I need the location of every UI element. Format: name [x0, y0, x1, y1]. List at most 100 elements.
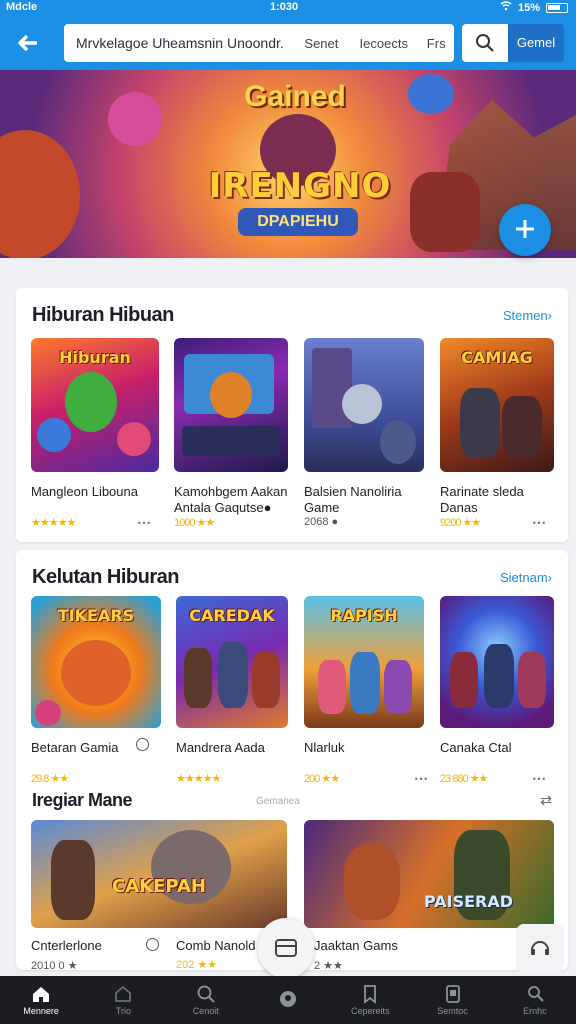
bottom-navigation: Mennere Trio Cenoit Cepereits Semtoc Ern…: [0, 976, 576, 1024]
search-button[interactable]: [462, 24, 508, 62]
submit-button[interactable]: Gemel: [508, 24, 564, 62]
back-button[interactable]: [8, 24, 48, 62]
filter-tab-2[interactable]: Iecoects: [349, 36, 418, 51]
nav-label: Cenoit: [192, 1006, 219, 1016]
game-tile[interactable]: Canaka Ctal 23 880 ★★ ⋯: [440, 596, 554, 788]
more-options-icon[interactable]: ⋯: [532, 514, 546, 531]
thumbnail-title: TIKEARS: [57, 606, 135, 625]
game-thumbnail: [304, 338, 424, 472]
game-tile[interactable]: RAPISH Nlarluk 200 ★★ ⋯: [304, 596, 428, 788]
game-tile[interactable]: Balsien Nanoliria Game 2068 ●: [304, 338, 424, 532]
arrow-left-icon: [18, 34, 37, 52]
search-icon: [476, 34, 494, 52]
game-thumbnail: Hiburan: [31, 338, 159, 472]
plus-icon: [516, 220, 534, 238]
clock: 1:030: [270, 1, 299, 13]
game-name: Rarinate sleda Danas: [440, 484, 524, 515]
rating: 2068 ●: [304, 516, 339, 528]
top-app-bar: Mrvkelagoe Uheamsnin Unoondr. Senet Ieco…: [0, 16, 576, 70]
status-icons: 15%: [500, 1, 568, 14]
game-thumbnail: RAPISH: [304, 596, 424, 728]
game-tile[interactable]: TIKEARS Betaran Gamia 29.8 ★★: [31, 596, 161, 788]
hero-banner[interactable]: Gained IRENGNO DPAPIEHU: [0, 70, 576, 258]
wifi-icon: [500, 1, 512, 14]
center-action-button[interactable]: [258, 918, 314, 978]
game-tile[interactable]: CAREDAK Mandrera Aada ★★★★★: [176, 596, 288, 788]
battery-percent: 15%: [517, 1, 540, 14]
info-icon[interactable]: [146, 938, 159, 951]
filter-tab-1[interactable]: Senet: [294, 36, 349, 51]
rating: ★★★★★: [176, 773, 221, 785]
nav-store[interactable]: Trio: [82, 976, 164, 1024]
add-button[interactable]: [499, 204, 551, 256]
section-title: Iregiar Mane: [32, 790, 133, 810]
game-thumbnail: CAREDAK: [176, 596, 288, 728]
hero-balloon: [408, 74, 454, 114]
see-all-link[interactable]: Sietnam›: [500, 570, 552, 585]
filter-tab-3[interactable]: Frs: [418, 36, 454, 51]
nav-label: Trio: [115, 1006, 131, 1016]
search-field[interactable]: Mrvkelagoe Uheamsnin Unoondr. Senet Ieco…: [64, 24, 454, 62]
search-query: Mrvkelagoe Uheamsnin Unoondr.: [76, 35, 284, 51]
hero-title: IRENGNO: [208, 166, 392, 206]
status-bar: Mdcle 1:030 15%: [0, 0, 576, 16]
thumbnail-title: RAPISH: [330, 606, 398, 625]
thumbnail-title: Hiburan: [59, 348, 131, 367]
home-icon: [33, 987, 50, 1002]
hero-title-top: Gained: [244, 80, 346, 113]
section-card-2: Kelutan Hiburan Sietnam› TIKEARS Betaran…: [16, 550, 568, 972]
thumbnail-title: CAREDAK: [189, 606, 275, 625]
game-tile[interactable]: Kamohbgem Aakan Antala Gaqutse● 1000 ★★: [174, 338, 288, 532]
nav-tablet[interactable]: Semtoc: [411, 976, 493, 1024]
game-name: Kamohbgem Aakan Antala Gaqutse●: [174, 484, 288, 515]
game-thumbnail: CAMIAG: [440, 338, 554, 472]
game-tile[interactable]: CAMIAG Rarinate sleda Danas 9200 ★★ ⋯: [440, 338, 554, 532]
game-thumbnail: CAKEPAH: [31, 820, 287, 928]
nav-bookmarks[interactable]: Cepereits: [329, 976, 411, 1024]
more-options-icon[interactable]: ⋯: [137, 514, 151, 531]
game-thumbnail: PAISERAD: [304, 820, 554, 928]
battery-icon: [546, 2, 568, 13]
rating: 2010 0 ★: [31, 960, 78, 972]
section-title: Kelutan Hiburan: [32, 566, 179, 588]
device-icon: [275, 939, 297, 957]
more-options-icon[interactable]: ⋯: [532, 770, 546, 787]
nav-label: Ernhc: [523, 1006, 547, 1016]
tablet-icon: [445, 985, 460, 1003]
support-button[interactable]: [516, 924, 564, 972]
section-link[interactable]: Gemanea: [256, 796, 300, 807]
game-name: Mangleon Libouna: [31, 484, 138, 499]
nav-label: Mennere: [23, 1006, 59, 1016]
rating: 1000 ★★: [174, 517, 215, 529]
thumbnail-title: PAISERAD: [424, 892, 514, 911]
nav-home[interactable]: Mennere: [0, 976, 82, 1024]
hero-creature-left: [0, 130, 80, 258]
game-thumbnail: TIKEARS: [31, 596, 161, 728]
hero-subtitle: DPAPIEHU: [238, 208, 358, 236]
game-thumbnail: [440, 596, 554, 728]
see-all-link[interactable]: Stemen›: [503, 308, 552, 323]
rating: 29.8 ★★: [31, 773, 69, 785]
section-title: Hiburan Hibuan: [32, 304, 174, 326]
game-tile[interactable]: Hiburan Mangleon Libouna ★★★★★ ⋯: [31, 338, 159, 532]
nav-label: Semtoc: [437, 1006, 468, 1016]
rating: 202 ★★: [176, 959, 218, 971]
info-icon[interactable]: [136, 738, 149, 751]
thumbnail-title: CAKEPAH: [112, 876, 206, 897]
carrier-label: Mdcle: [6, 1, 38, 13]
expand-icon[interactable]: ⇄: [540, 792, 552, 809]
nav-search[interactable]: Cenoit: [165, 976, 247, 1024]
game-name: Canaka Ctal: [440, 740, 512, 755]
headset-icon: [531, 941, 549, 955]
game-thumbnail: [174, 338, 288, 472]
hero-creature-pink: [108, 92, 162, 146]
nav-location[interactable]: [247, 976, 329, 1024]
nav-profile[interactable]: Ernhc: [494, 976, 576, 1024]
more-options-icon[interactable]: ⋯: [414, 770, 428, 787]
game-name: Nlarluk: [304, 740, 345, 755]
location-icon: [279, 991, 296, 1007]
rating: 200 ★★: [304, 773, 340, 785]
section-card-1: Hiburan Hibuan Stemen› Hiburan Mangleon …: [16, 288, 568, 542]
rating: 9200 ★★: [440, 517, 481, 529]
search-icon: [197, 985, 215, 1003]
